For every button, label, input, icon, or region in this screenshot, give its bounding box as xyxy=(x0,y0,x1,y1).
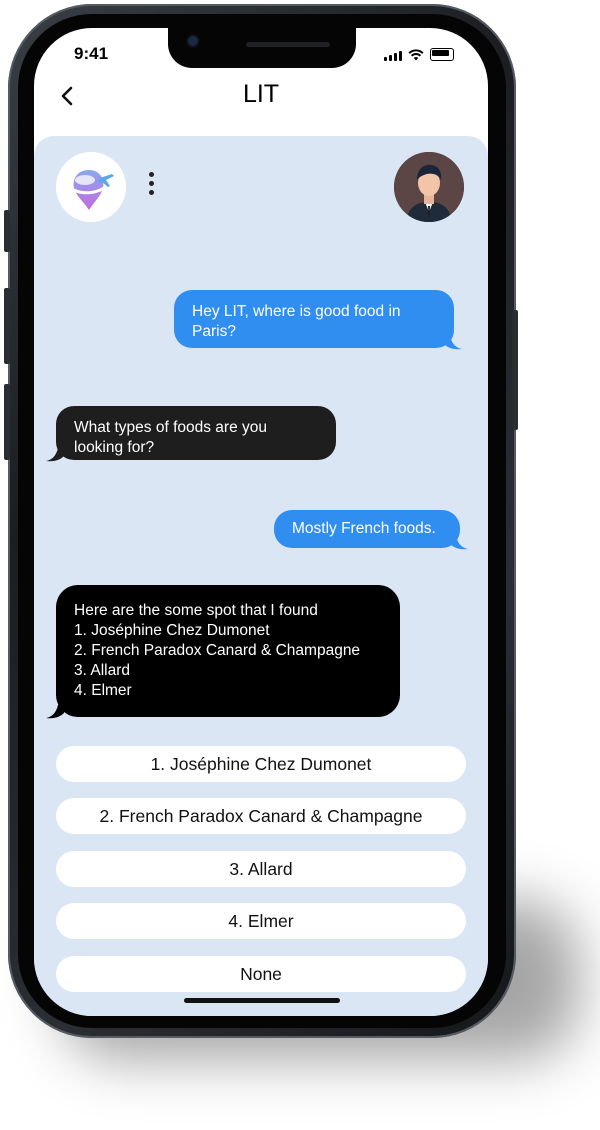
bubble-tail xyxy=(46,705,64,719)
message-line: 4. Elmer xyxy=(74,682,132,699)
user-avatar-icon xyxy=(394,152,464,222)
bubble-tail xyxy=(444,336,462,350)
quick-reply-option[interactable]: 1. Joséphine Chez Dumonet xyxy=(56,746,466,782)
volume-up-button xyxy=(4,288,10,364)
speaker-grille xyxy=(246,42,330,47)
status-time: 9:41 xyxy=(74,44,109,63)
message-line: 2. French Paradox Canard & Champagne xyxy=(74,642,361,659)
quick-reply-option-none[interactable]: None xyxy=(56,956,466,992)
battery-icon xyxy=(430,48,454,61)
message-text: Hey LIT, where is good food in Paris? xyxy=(192,303,401,340)
user-message-bubble: Hey LIT, where is good food in Paris? xyxy=(174,290,454,348)
home-indicator xyxy=(184,998,340,1003)
status-icons xyxy=(384,48,454,61)
volume-down-button xyxy=(4,384,10,460)
bubble-tail xyxy=(46,448,64,462)
screen: 9:41 LIT Hey LIT, where is good food in … xyxy=(34,28,488,1016)
bot-avatar xyxy=(56,152,126,222)
user-avatar xyxy=(394,152,464,222)
notch xyxy=(168,28,356,68)
page-title: LIT xyxy=(242,80,280,108)
quick-reply-option[interactable]: 3. Allard xyxy=(56,851,466,887)
message-text: What types of foods are you looking for? xyxy=(74,419,267,456)
mute-switch xyxy=(4,210,10,252)
cellular-signal-icon xyxy=(384,51,402,61)
quick-reply-option[interactable]: 2. French Paradox Canard & Champagne xyxy=(56,798,466,834)
chat-area: Hey LIT, where is good food in Paris? Wh… xyxy=(34,136,488,1016)
bubble-tail xyxy=(450,536,468,550)
bot-message-bubble: What types of foods are you looking for? xyxy=(56,406,336,460)
message-line: Here are the some spot that I found xyxy=(74,602,318,619)
message-text: Mostly French foods. xyxy=(292,520,436,537)
quick-reply-option[interactable]: 4. Elmer xyxy=(56,903,466,939)
message-line: 1. Joséphine Chez Dumonet xyxy=(74,622,270,639)
power-button xyxy=(512,310,518,430)
front-camera xyxy=(188,36,198,46)
bot-message-bubble: Here are the some spot that I found 1. J… xyxy=(56,585,400,717)
stage: 9:41 LIT Hey LIT, where is good food in … xyxy=(0,0,600,1130)
wifi-icon xyxy=(408,49,424,61)
message-line: 3. Allard xyxy=(74,662,131,679)
user-message-bubble: Mostly French foods. xyxy=(274,510,460,548)
more-vertical-icon[interactable] xyxy=(144,172,158,202)
travel-pin-logo-icon xyxy=(73,170,114,210)
